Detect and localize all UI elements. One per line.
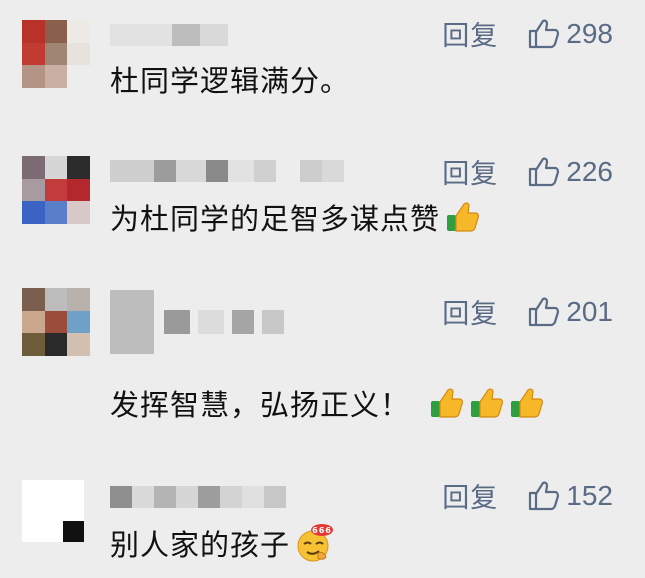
thumbs-up-icon — [447, 202, 479, 232]
comment-text: 发挥智慧，弘扬正义！ — [110, 382, 544, 424]
666-label: 666 — [312, 526, 332, 535]
comment-text: 别人家的孩子 666 — [110, 522, 334, 564]
thumbs-up-icon — [431, 388, 463, 418]
username-blurred[interactable] — [110, 160, 344, 182]
avatar[interactable] — [22, 156, 90, 224]
avatar[interactable] — [22, 480, 84, 542]
comment-text: 为杜同学的足智多谋点赞 — [110, 196, 480, 238]
username-blurred[interactable] — [110, 290, 284, 354]
username-blurred[interactable] — [110, 24, 228, 46]
reply-button[interactable]: 回复 — [442, 14, 498, 53]
avatar[interactable] — [22, 288, 90, 356]
like-icon[interactable] — [526, 479, 560, 513]
like-count: 298 — [566, 17, 613, 49]
thumbs-up-icon — [511, 388, 543, 418]
reply-button[interactable]: 回复 — [442, 152, 498, 191]
like-count: 201 — [566, 295, 613, 327]
avatar[interactable] — [22, 20, 90, 88]
like-count: 226 — [566, 155, 613, 187]
like-icon[interactable] — [526, 17, 560, 51]
like-icon[interactable] — [526, 295, 560, 329]
thumbs-up-icon — [471, 388, 503, 418]
username-blurred[interactable] — [110, 486, 286, 508]
reply-button[interactable]: 回复 — [442, 292, 498, 331]
like-icon[interactable] — [526, 155, 560, 189]
reply-button[interactable]: 回复 — [442, 476, 498, 515]
666-smug-face-icon: 666 — [297, 524, 334, 562]
comment-text: 杜同学逻辑满分。 — [110, 64, 351, 98]
like-count: 152 — [566, 479, 613, 511]
